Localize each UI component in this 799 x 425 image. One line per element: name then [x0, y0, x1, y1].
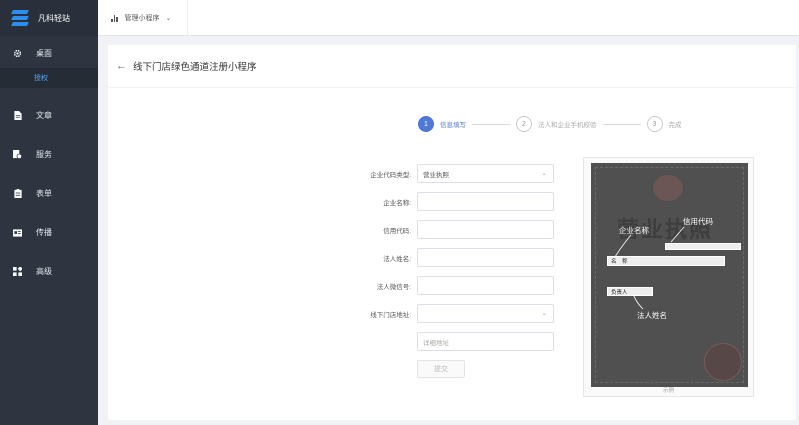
step-3: 3 完成: [646, 116, 682, 132]
sidebar-item-articles[interactable]: 文章: [0, 96, 98, 135]
form-row-credit-code: 信用代码:: [338, 220, 558, 239]
page-header: ← 线下门店绿色通道注册小程序: [116, 59, 257, 73]
chevron-down-icon: ⌄: [541, 170, 547, 177]
sidebar: 凡科轻站 桌面 授权 文章 服务 表单 传播 高级: [0, 0, 98, 425]
form-row-company-name: 企业名称:: [338, 192, 558, 211]
registration-form: 企业代码类型: 营业执照 ⌄ 企业名称: 信用代码: 法人姓名: 法人微信号: …: [338, 164, 558, 378]
sidebar-item-spread[interactable]: 传播: [0, 213, 98, 252]
field-label: 信用代码:: [383, 227, 411, 235]
license-sample: 营业执照 信用代码 企业名称 名 称 负责人 法人姓名 示例: [583, 157, 754, 397]
credit-code-input[interactable]: [417, 220, 554, 239]
form-row-legal-wechat: 法人微信号:: [338, 276, 558, 295]
step-number: 3: [646, 116, 663, 132]
sample-caption: 示例: [662, 388, 674, 394]
step-number: 2: [516, 116, 532, 132]
step-label: 信息填写: [440, 122, 466, 129]
license-field-owner: 负责人: [611, 289, 628, 296]
sidebar-item-services[interactable]: 服务: [0, 135, 98, 174]
field-label: 法人微信号:: [376, 283, 411, 291]
credit-code-highlight: [665, 243, 741, 250]
divider: [108, 87, 796, 88]
gear-icon: [13, 49, 22, 58]
sidebar-item-label: 桌面: [36, 48, 52, 58]
sidebar-item-advanced[interactable]: 高级: [0, 252, 98, 291]
license-field-name: 名 称: [611, 259, 628, 265]
brand[interactable]: 凡科轻站: [0, 0, 98, 36]
company-name-input[interactable]: [417, 192, 554, 211]
sidebar-item-label: 文章: [36, 111, 52, 120]
document-icon: [13, 111, 22, 120]
form-row-detail-address: 详细地址: [338, 332, 558, 351]
clipboard-icon: [13, 189, 22, 198]
sidebar-item-label: 传播: [36, 228, 52, 237]
grid-icon: [13, 267, 22, 276]
service-icon: [13, 150, 22, 159]
step-connector: [602, 123, 641, 125]
sidebar-item-label: 高级: [36, 267, 52, 276]
step-connector: [472, 123, 510, 125]
official-seal: [704, 343, 742, 381]
chevron-down-icon: ⌄: [541, 310, 547, 317]
code-type-select[interactable]: 营业执照 ⌄: [417, 164, 554, 183]
page-title: 线下门店绿色通道注册小程序: [133, 62, 257, 73]
main-panel: ← 线下门店绿色通道注册小程序 1 信息填写 2 法人和企业手机校验 3 完成 …: [108, 45, 796, 420]
field-label: 企业代码类型:: [370, 171, 411, 179]
brand-logo-icon: [11, 10, 29, 26]
license-image: 营业执照 信用代码 企业名称 名 称 负责人 法人姓名: [591, 163, 748, 387]
form-row-store-address: 线下门店地址: ⌄: [338, 304, 558, 323]
select-value: 营业执照: [423, 171, 449, 179]
step-2: 2 法人和企业手机校验: [516, 116, 597, 132]
field-label: 法人姓名:: [383, 255, 411, 263]
name-field-highlight: 名 称: [607, 256, 725, 266]
step-indicator: 1 信息填写 2 法人和企业手机校验 3 完成: [418, 116, 682, 132]
step-label: 完成: [668, 122, 682, 129]
detail-address-input[interactable]: 详细地址: [417, 332, 554, 351]
step-number: 1: [418, 116, 434, 132]
submit-button[interactable]: 提交: [417, 360, 465, 378]
sidebar-item-label: 表单: [36, 189, 52, 198]
id-card-icon: [13, 228, 22, 237]
back-arrow-icon[interactable]: ←: [116, 60, 127, 72]
app-switch-dropdown[interactable]: 管理小程序 ⌄: [98, 0, 188, 36]
legal-name-input[interactable]: [417, 248, 554, 267]
sidebar-item-desktop[interactable]: 桌面: [0, 38, 98, 68]
legal-wechat-input[interactable]: [417, 276, 554, 295]
sidebar-subitem-authorize[interactable]: 授权: [0, 68, 98, 88]
brand-name: 凡科轻站: [38, 13, 70, 23]
form-row-legal-name: 法人姓名:: [338, 248, 558, 267]
step-label: 法人和企业手机校验: [538, 122, 597, 129]
chevron-down-icon: ⌄: [165, 15, 172, 22]
store-address-select[interactable]: ⌄: [417, 304, 554, 323]
owner-field-highlight: 负责人: [607, 287, 653, 296]
topbar: 管理小程序 ⌄: [98, 0, 799, 36]
field-label: 企业名称:: [383, 199, 411, 207]
step-1: 1 信息填写: [418, 116, 466, 132]
sidebar-item-forms[interactable]: 表单: [0, 174, 98, 213]
sidebar-item-label: 服务: [36, 150, 52, 159]
form-row-code-type: 企业代码类型: 营业执照 ⌄: [338, 164, 558, 183]
bar-chart-icon: [111, 14, 118, 22]
field-label: 线下门店地址:: [370, 311, 411, 319]
app-switch-label: 管理小程序: [124, 15, 160, 22]
annotation-legal-name: 法人姓名: [637, 311, 667, 320]
